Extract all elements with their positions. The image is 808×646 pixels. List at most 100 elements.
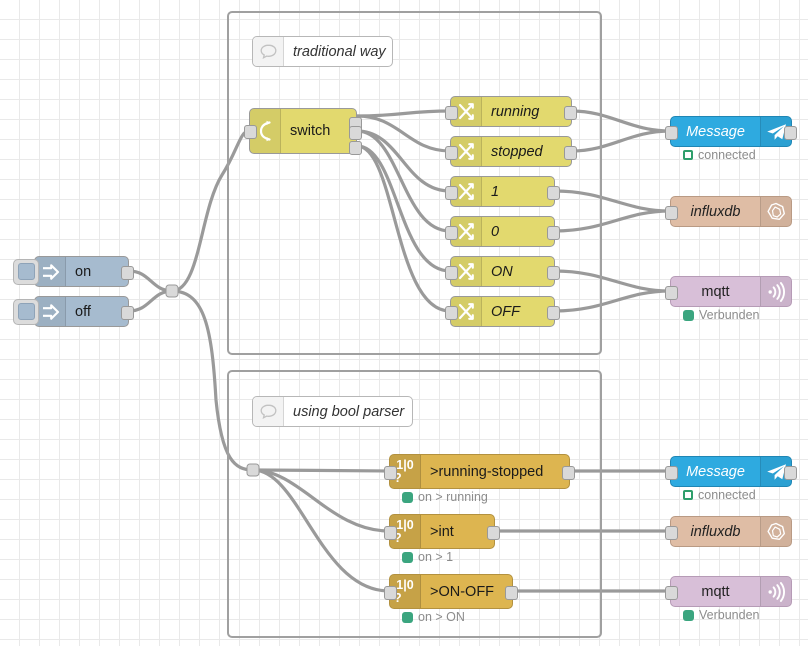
influxdb-node-top[interactable]: influxdb	[665, 196, 792, 227]
change-node-0[interactable]: 0	[445, 216, 560, 247]
status-indicator-ring	[683, 150, 693, 160]
comment-node-traditional-way[interactable]: traditional way	[252, 36, 393, 67]
status-indicator-dot	[402, 611, 413, 623]
status-indicator-dot	[402, 551, 413, 563]
influxdb-label: influxdb	[690, 203, 741, 220]
output-port[interactable]	[487, 525, 500, 540]
inject-label: off	[75, 303, 91, 320]
node-status: on > running	[402, 490, 488, 504]
change-label: 1	[491, 183, 500, 200]
status-indicator-dot	[683, 309, 694, 321]
node-status: connected	[683, 488, 756, 502]
comment-node-using-bool-parser[interactable]: using bool parser	[252, 396, 413, 427]
mqtt-label: mqtt	[701, 283, 730, 300]
inject-arrow-icon	[35, 257, 66, 286]
change-label: OFF	[491, 303, 520, 320]
change-label: 0	[491, 223, 500, 240]
input-port[interactable]	[244, 125, 257, 139]
input-port[interactable]	[384, 465, 397, 480]
telegram-node-message-top[interactable]: Message connected	[665, 116, 797, 162]
bool-icon-top-text: 1|0	[396, 458, 414, 472]
input-port[interactable]	[665, 585, 678, 600]
bool-parser-node-on-off[interactable]: 1|0 ? >ON-OFF on > ON	[384, 574, 518, 624]
output-port[interactable]	[547, 305, 560, 320]
input-port[interactable]	[445, 105, 458, 120]
inject-button[interactable]	[13, 298, 39, 325]
input-port[interactable]	[665, 525, 678, 540]
status-text: Verbunden	[699, 308, 760, 322]
status-indicator-dot	[402, 491, 413, 503]
input-port[interactable]	[665, 205, 678, 220]
node-status: connected	[683, 148, 756, 162]
output-port[interactable]	[505, 585, 518, 600]
mqtt-broadcast-icon	[760, 277, 791, 306]
inject-node-off[interactable]: off	[13, 296, 134, 327]
output-port[interactable]	[564, 105, 577, 120]
output-port[interactable]	[121, 305, 134, 320]
output-port[interactable]	[564, 145, 577, 160]
flow-canvas[interactable]: traditional way using bool parser on off	[0, 0, 808, 646]
telegram-node-message-bottom[interactable]: Message connected	[665, 456, 797, 502]
inject-arrow-icon	[35, 297, 66, 326]
comment-label: traditional way	[293, 43, 386, 60]
influxdb-label: influxdb	[690, 523, 741, 540]
input-port[interactable]	[445, 225, 458, 240]
output-port-2[interactable]	[349, 126, 362, 140]
output-port[interactable]	[547, 265, 560, 280]
mqtt-broadcast-icon	[760, 577, 791, 606]
mqtt-node-bottom[interactable]: mqtt Verbunden	[665, 576, 792, 622]
inject-label: on	[75, 263, 92, 280]
output-port[interactable]	[562, 465, 575, 480]
status-text: on > 1	[418, 550, 454, 564]
input-port[interactable]	[445, 305, 458, 320]
change-node-running[interactable]: running	[445, 96, 577, 127]
input-port[interactable]	[665, 125, 678, 140]
change-label: stopped	[491, 143, 543, 160]
input-port[interactable]	[384, 525, 397, 540]
output-port-3[interactable]	[349, 141, 362, 155]
status-text: on > running	[418, 490, 488, 504]
inject-node-on[interactable]: on	[13, 256, 134, 287]
telegram-label: Message	[686, 123, 745, 140]
bool-parser-label: >int	[430, 523, 454, 540]
node-status: Verbunden	[683, 608, 759, 622]
inject-button[interactable]	[13, 258, 39, 285]
status-text: Verbunden	[699, 608, 760, 622]
status-text: connected	[698, 148, 756, 162]
node-status: Verbunden	[683, 308, 759, 322]
switch-node[interactable]: switch	[244, 108, 362, 155]
bool-parser-label: >ON-OFF	[430, 583, 495, 600]
input-port[interactable]	[665, 285, 678, 300]
bool-parser-node-int[interactable]: 1|0 ? >int on > 1	[384, 514, 500, 564]
change-label: ON	[491, 263, 513, 280]
bool-parser-node-running-stopped[interactable]: 1|0 ? >running-stopped on > running	[384, 454, 575, 504]
input-port[interactable]	[445, 185, 458, 200]
change-node-on[interactable]: ON	[445, 256, 560, 287]
output-port[interactable]	[547, 185, 560, 200]
comment-bubble-icon	[253, 37, 284, 66]
output-port[interactable]	[547, 225, 560, 240]
change-label: running	[491, 103, 540, 120]
comment-bubble-icon	[253, 397, 284, 426]
input-port[interactable]	[384, 585, 397, 600]
change-node-off[interactable]: OFF	[445, 296, 560, 327]
status-text: on > ON	[418, 610, 465, 624]
mqtt-node-top[interactable]: mqtt Verbunden	[665, 276, 792, 322]
change-node-stopped[interactable]: stopped	[445, 136, 577, 167]
output-port[interactable]	[784, 465, 797, 480]
change-node-1[interactable]: 1	[445, 176, 560, 207]
input-port[interactable]	[665, 465, 678, 480]
status-text: connected	[698, 488, 756, 502]
output-port[interactable]	[784, 125, 797, 140]
input-port[interactable]	[445, 265, 458, 280]
bool-parser-label: >running-stopped	[430, 463, 544, 480]
output-port[interactable]	[121, 265, 134, 280]
influxdb-icon	[760, 517, 791, 546]
influxdb-node-bottom[interactable]: influxdb	[665, 516, 792, 547]
telegram-label: Message	[686, 463, 745, 480]
bool-icon-top-text: 1|0	[396, 518, 414, 532]
node-status: on > ON	[402, 610, 465, 624]
input-port[interactable]	[445, 145, 458, 160]
bool-icon-top-text: 1|0	[396, 578, 414, 592]
node-status: on > 1	[402, 550, 453, 564]
